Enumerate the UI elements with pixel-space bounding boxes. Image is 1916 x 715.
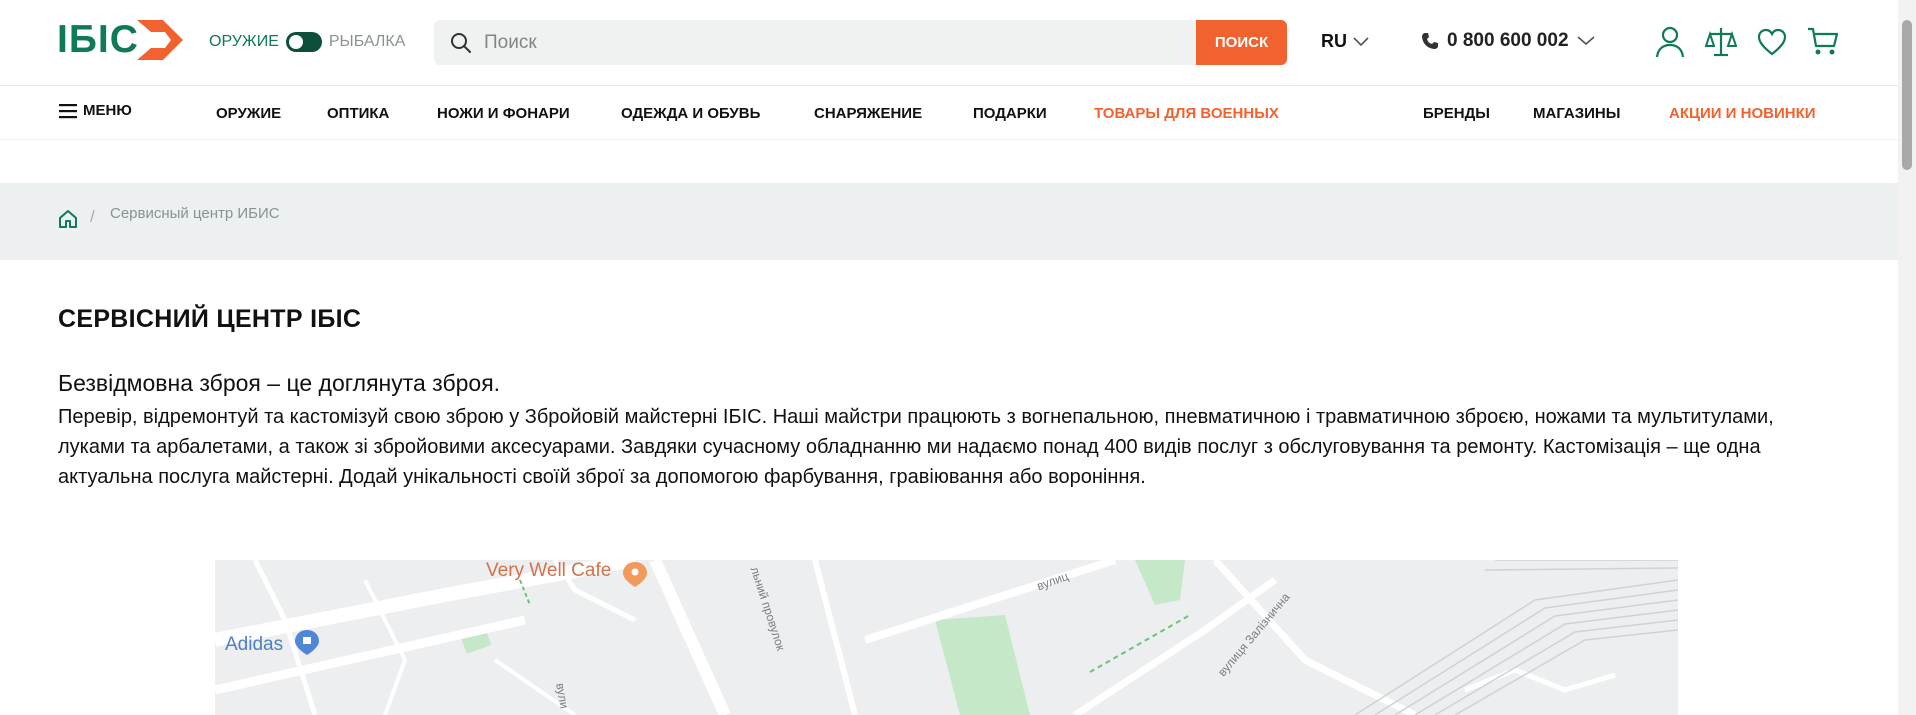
breadcrumb: / Сервисный центр ИБИС xyxy=(0,183,1898,260)
mode-toggle[interactable] xyxy=(285,32,322,52)
main-nav: МЕНЮ ОРУЖИЕ ОПТИКА НОЖИ И ФОНАРИ ОДЕЖДА … xyxy=(0,86,1898,140)
phone-selector[interactable]: 0 800 600 002 xyxy=(1421,30,1595,52)
logo-text: ІБІС xyxy=(57,18,139,61)
nav-item-optics[interactable]: ОПТИКА xyxy=(327,105,389,122)
chevron-down-icon xyxy=(1576,36,1595,46)
user-icon[interactable] xyxy=(1654,26,1686,58)
header-icons xyxy=(1654,26,1839,58)
language-selector[interactable]: RU xyxy=(1321,31,1369,52)
mode-switch: ОРУЖИЕ РЫБАЛКА xyxy=(209,32,405,52)
home-icon[interactable] xyxy=(58,209,78,229)
nav-item-clothing[interactable]: ОДЕЖДА И ОБУВЬ xyxy=(621,105,760,122)
map-poi-cafe[interactable]: Very Well Cafe xyxy=(486,560,611,582)
nav-item-military[interactable]: ТОВАРЫ ДЛЯ ВОЕННЫХ xyxy=(1094,105,1279,122)
cart-icon[interactable] xyxy=(1807,26,1839,58)
chevron-down-icon xyxy=(1353,36,1369,46)
menu-label: МЕНЮ xyxy=(83,102,132,119)
search-icon xyxy=(451,33,471,53)
breadcrumb-separator: / xyxy=(90,207,95,226)
nav-item-stores[interactable]: МАГАЗИНЫ xyxy=(1533,105,1620,122)
map-embed[interactable]: Very Well Cafe Adidas вулиця Залізнична … xyxy=(215,560,1678,715)
search-button[interactable]: ПОИСК xyxy=(1196,20,1287,65)
map-poi-adidas[interactable]: Adidas xyxy=(225,634,283,656)
page-title: СЕРВІСНИЙ ЦЕНТР ІБІС xyxy=(58,305,362,333)
nav-item-weapons[interactable]: ОРУЖИЕ xyxy=(216,105,281,122)
hamburger-icon xyxy=(59,103,77,118)
nav-item-equipment[interactable]: СНАРЯЖЕНИЕ xyxy=(814,105,922,122)
search-input[interactable] xyxy=(484,20,1124,65)
nav-item-knives[interactable]: НОЖИ И ФОНАРИ xyxy=(437,105,570,122)
nav-item-gifts[interactable]: ПОДАРКИ xyxy=(973,105,1047,122)
search-bar: ПОИСК xyxy=(434,20,1287,65)
phone-icon xyxy=(1422,33,1438,49)
nav-item-promotions[interactable]: АКЦИИ И НОВИНКИ xyxy=(1669,105,1816,122)
cafe-pin-icon[interactable] xyxy=(623,562,647,587)
mode-fishing-label[interactable]: РЫБАЛКА xyxy=(329,33,406,51)
language-label: RU xyxy=(1321,31,1347,51)
menu-button[interactable]: МЕНЮ xyxy=(59,102,132,119)
page-scrollbar[interactable] xyxy=(1898,0,1916,715)
compare-scales-icon[interactable] xyxy=(1705,26,1737,58)
shop-pin-icon[interactable] xyxy=(295,630,319,655)
heart-icon[interactable] xyxy=(1756,26,1788,58)
toggle-knob xyxy=(288,35,303,49)
body-text: Перевір, відремонтуй та кастомізуй свою … xyxy=(58,406,1774,488)
logo[interactable]: ІБІС xyxy=(57,18,185,62)
nav-item-brands[interactable]: БРЕНДЫ xyxy=(1423,105,1490,122)
phone-number: 0 800 600 002 xyxy=(1447,30,1569,51)
breadcrumb-current: Сервисный центр ИБИС xyxy=(110,205,280,222)
logo-arrow-icon xyxy=(136,20,183,60)
map-roads xyxy=(215,560,1678,715)
site-header: ІБІС ОРУЖИЕ РЫБАЛКА ПОИСК RU 0 800 600 0… xyxy=(0,0,1898,86)
mode-weapons-label[interactable]: ОРУЖИЕ xyxy=(209,33,279,51)
scrollbar-thumb[interactable] xyxy=(1902,20,1912,170)
lead-text: Безвідмовна зброя – це доглянута зброя. xyxy=(58,370,501,396)
